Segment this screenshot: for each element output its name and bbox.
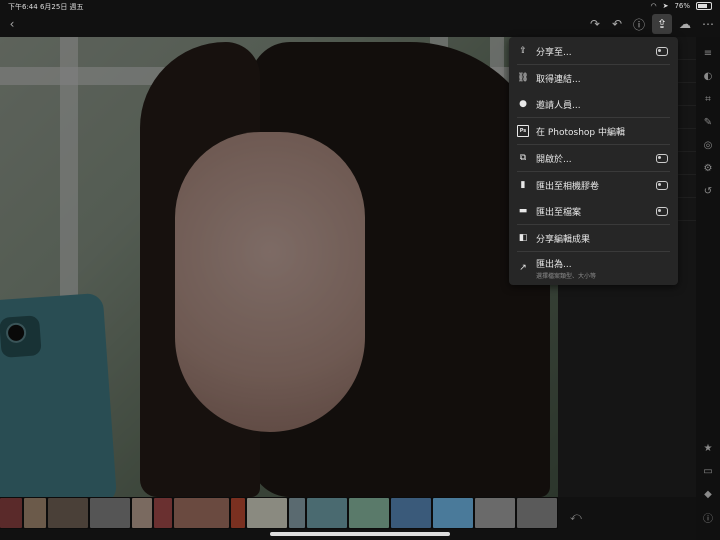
- filmstrip-thumb[interactable]: [48, 498, 88, 528]
- filmstrip-thumb[interactable]: [517, 498, 557, 528]
- undo-icon[interactable]: ↶: [607, 14, 627, 34]
- filmstrip: [0, 497, 558, 529]
- export-as-icon: ↗: [519, 263, 527, 273]
- rotate-undo-icon[interactable]: ⤺: [570, 510, 582, 524]
- open-in-icon: ⧉: [519, 153, 527, 163]
- link-icon: ⛓: [517, 73, 529, 83]
- settings-toggle-icon[interactable]: [656, 207, 668, 216]
- filmstrip-thumb[interactable]: [247, 498, 287, 528]
- settings-toggle-icon[interactable]: [656, 154, 668, 163]
- masking-icon[interactable]: ◎: [700, 137, 716, 153]
- battery-icon: [696, 2, 712, 10]
- filmstrip-thumb[interactable]: [349, 498, 389, 528]
- presets-icon[interactable]: ◐: [700, 68, 716, 84]
- filmstrip-thumb[interactable]: [174, 498, 229, 528]
- home-indicator: [270, 532, 450, 536]
- share-edits-icon: ◧: [518, 233, 528, 243]
- crop-icon[interactable]: ⌗: [700, 91, 716, 107]
- battery-percent: 76%: [674, 2, 690, 10]
- settings-toggle-icon[interactable]: [656, 181, 668, 190]
- invite-person-icon: ●: [519, 99, 527, 109]
- filmstrip-thumb[interactable]: [132, 498, 152, 528]
- star-icon[interactable]: ★: [700, 440, 716, 456]
- filmstrip-thumb[interactable]: [289, 498, 305, 528]
- share-icon: ⇪: [519, 46, 527, 56]
- info-icon[interactable]: ⓘ: [700, 509, 716, 525]
- status-time: 下午6:44: [8, 3, 38, 11]
- share-icon[interactable]: ⇪: [652, 14, 672, 34]
- versions-icon[interactable]: ⚙: [700, 160, 716, 176]
- camera-roll-icon: ▮: [520, 180, 526, 190]
- adjust-sliders-icon[interactable]: ≡: [700, 45, 716, 61]
- filmstrip-thumb[interactable]: [231, 498, 245, 528]
- status-bar: 下午6:44 6月25日 週五 ◠ ➤ 76%: [0, 0, 720, 12]
- filmstrip-thumb[interactable]: [90, 498, 130, 528]
- menu-item-export-as[interactable]: ↗ 匯出為... 選擇檔案類型、大小等: [509, 254, 678, 282]
- healing-brush-icon[interactable]: ✎: [700, 114, 716, 130]
- filmstrip-thumb[interactable]: [391, 498, 431, 528]
- status-date: 6月25日 週五: [39, 3, 84, 11]
- menu-item-share-to[interactable]: ⇪ 分享至...: [509, 38, 678, 64]
- photo-canvas[interactable]: [0, 37, 558, 497]
- redo-icon[interactable]: ↷: [585, 14, 605, 34]
- tag-icon[interactable]: ◆: [700, 486, 716, 502]
- filmstrip-thumb[interactable]: [433, 498, 473, 528]
- menu-item-share-edits[interactable]: ◧ 分享編輯成果: [509, 225, 678, 251]
- right-tool-rail: ≡ ◐ ⌗ ✎ ◎ ⚙ ↺ ★ ▭ ◆ ⓘ: [696, 37, 720, 540]
- back-chevron-icon[interactable]: ‹: [2, 14, 22, 34]
- menu-item-export-files[interactable]: ▬ 匯出至檔案: [509, 198, 678, 224]
- menu-item-edit-in-photoshop[interactable]: Ps 在 Photoshop 中編輯: [509, 118, 678, 144]
- filmstrip-thumb[interactable]: [307, 498, 347, 528]
- more-icon[interactable]: ⋯: [698, 14, 718, 34]
- filmstrip-thumb[interactable]: [475, 498, 515, 528]
- folder-icon: ▬: [518, 206, 528, 216]
- location-icon: ➤: [662, 2, 669, 10]
- help-icon[interactable]: ⓘ: [629, 14, 649, 34]
- menu-item-open-in[interactable]: ⧉ 開啟於...: [509, 145, 678, 171]
- filmstrip-thumb[interactable]: [24, 498, 46, 528]
- menu-item-invite-people[interactable]: ● 邀請人員...: [509, 91, 678, 117]
- history-icon[interactable]: ↺: [700, 183, 716, 199]
- status-time-date: 下午6:44 6月25日 週五: [8, 2, 84, 12]
- filmstrip-thumb[interactable]: [0, 498, 22, 528]
- status-right: ◠ ➤ 76%: [650, 2, 712, 10]
- comment-icon[interactable]: ▭: [700, 463, 716, 479]
- filmstrip-thumb[interactable]: [154, 498, 172, 528]
- share-menu: ⇪ 分享至... ⛓ 取得連結... ● 邀請人員... Ps 在 Photos…: [509, 37, 678, 285]
- photoshop-icon: Ps: [517, 125, 529, 137]
- menu-item-get-link[interactable]: ⛓ 取得連結...: [509, 65, 678, 91]
- wifi-icon: ◠: [650, 2, 657, 10]
- cloud-sync-icon[interactable]: ☁: [675, 14, 695, 34]
- settings-toggle-icon[interactable]: [656, 47, 668, 56]
- menu-item-export-camera-roll[interactable]: ▮ 匯出至相機膠卷: [509, 172, 678, 198]
